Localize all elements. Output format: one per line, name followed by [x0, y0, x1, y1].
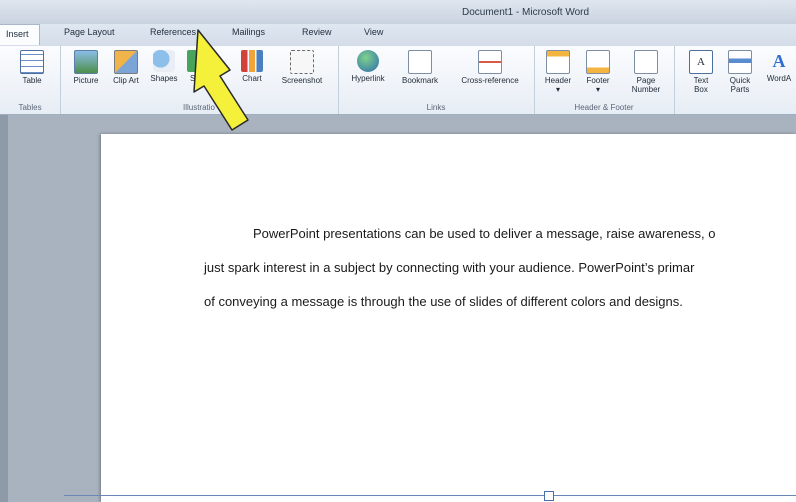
arrow-annotation-icon [193, 29, 249, 131]
